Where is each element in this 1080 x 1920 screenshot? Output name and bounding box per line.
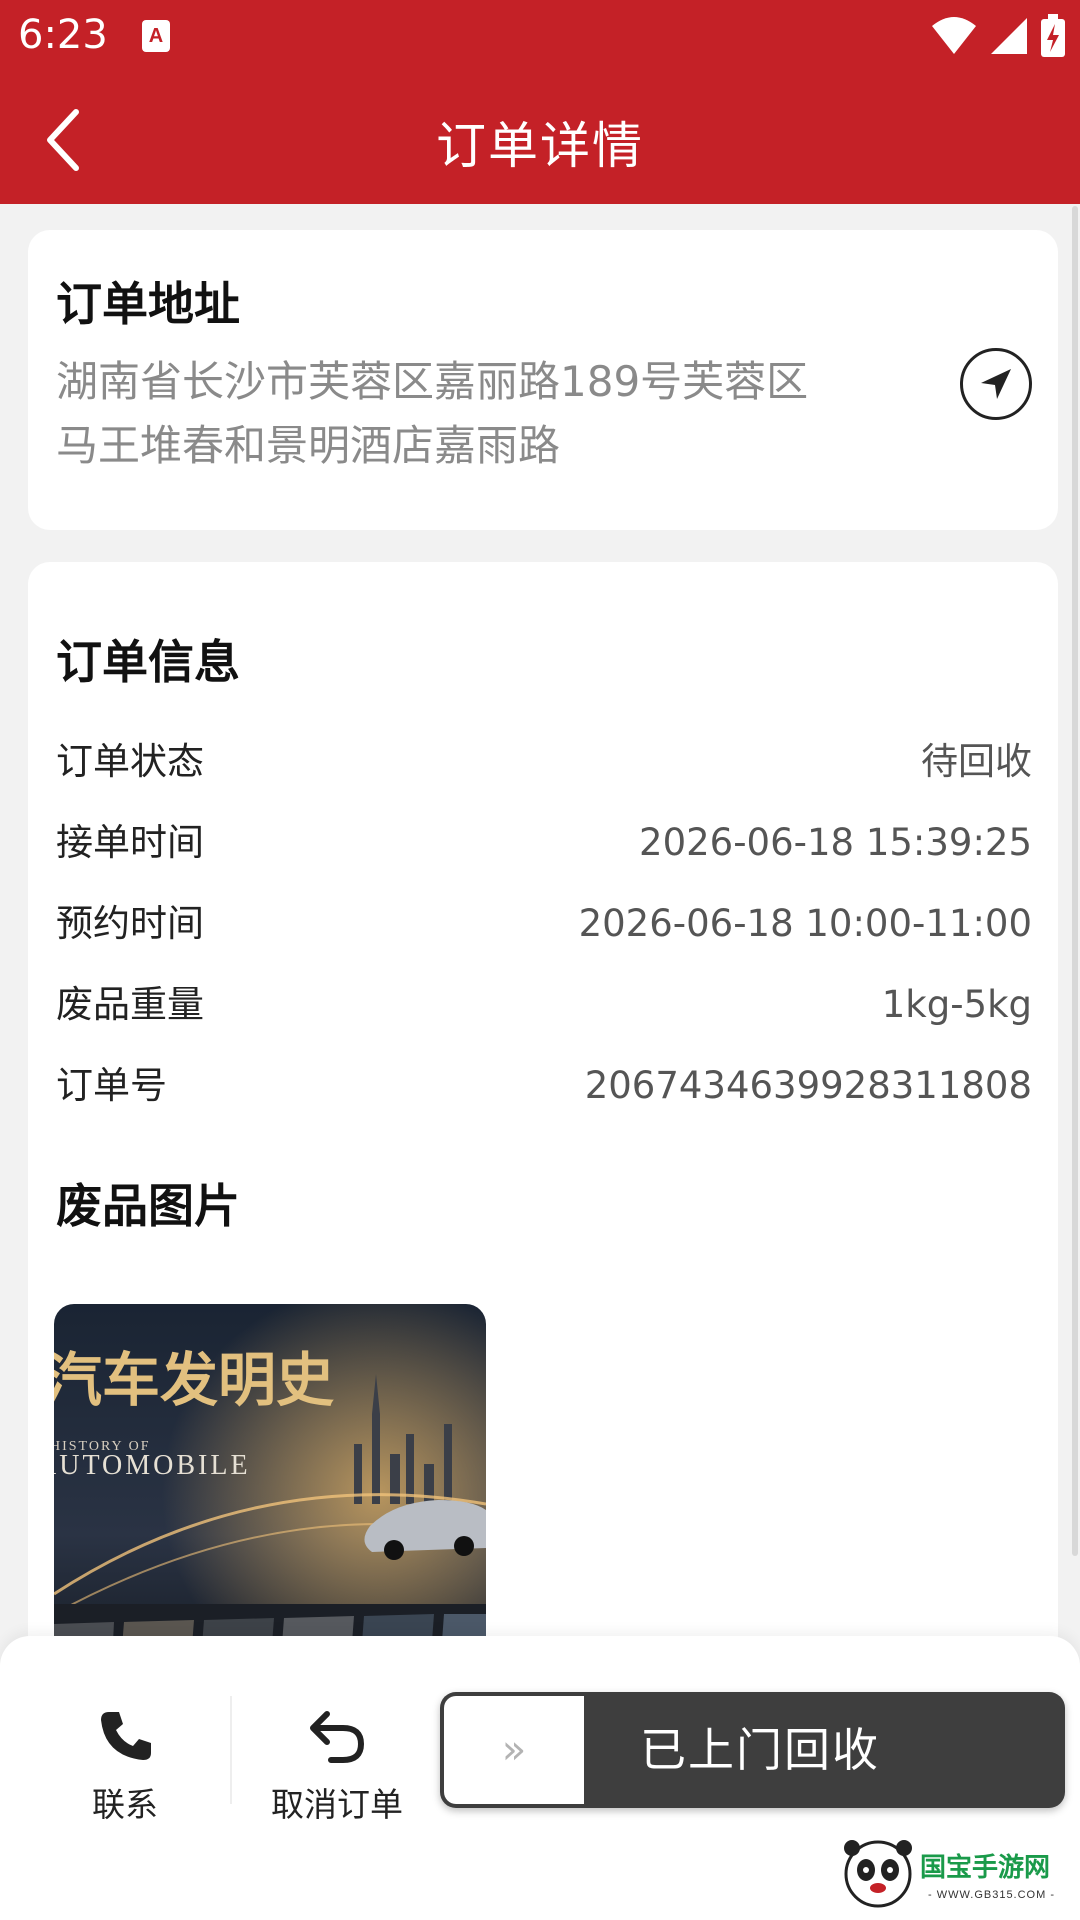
address-line-2: 马王堆春和景明酒店嘉雨路 <box>56 421 561 470</box>
undo-arrow-icon <box>310 1711 365 1763</box>
battery-charging-icon <box>1041 14 1065 57</box>
row-label: 接单时间 <box>56 821 204 864</box>
info-row-order-number: 订单号 2067434639928311808 <box>56 1058 1032 1114</box>
address-text: 湖南省长沙市芙蓉区嘉丽路189号芙蓉区 马王堆春和景明酒店嘉雨路 <box>56 350 896 478</box>
scrollbar[interactable] <box>1072 206 1078 1556</box>
cancel-order-button[interactable]: 取消订单 <box>252 1706 422 1826</box>
cell-signal-icon <box>990 18 1027 54</box>
order-info-card: 订单信息 订单状态 待回收 接单时间 2026-06-18 15:39:25 预… <box>28 562 1058 1762</box>
info-row-weight: 废品重量 1kg-5kg <box>56 977 1032 1033</box>
svg-text:国宝手游网: 国宝手游网 <box>920 1852 1050 1883</box>
contact-label: 联系 <box>92 1785 158 1824</box>
status-icons <box>924 14 1066 60</box>
status-bar: 6:23 A <box>0 0 1080 76</box>
slide-to-confirm[interactable]: » 已上门回收 <box>440 1692 1065 1808</box>
slide-label: 已上门回收 <box>640 1723 880 1777</box>
wifi-icon <box>931 17 976 54</box>
svg-text:- WWW.GB315.COM -: - WWW.GB315.COM - <box>928 1889 1055 1901</box>
row-value: 2067434639928311808 <box>584 1064 1032 1107</box>
image-title-en-2: AUTOMOBILE <box>54 1450 251 1481</box>
contact-button[interactable]: 联系 <box>60 1706 190 1826</box>
app-bar: 订单详情 <box>0 76 1080 204</box>
row-value: 1kg-5kg <box>881 983 1032 1026</box>
row-label: 订单状态 <box>56 740 204 783</box>
status-time: 6:23 <box>18 12 108 58</box>
divider <box>230 1696 232 1804</box>
info-row-accept-time: 接单时间 2026-06-18 15:39:25 <box>56 815 1032 871</box>
row-value: 2026-06-18 15:39:25 <box>639 821 1032 864</box>
notification-icon: A <box>142 20 170 52</box>
row-label: 订单号 <box>56 1064 167 1107</box>
address-line-1: 湖南省长沙市芙蓉区嘉丽路189号芙蓉区 <box>56 357 809 406</box>
slide-handle[interactable]: » <box>444 1696 584 1804</box>
page-title: 订单详情 <box>436 117 644 175</box>
address-title: 订单地址 <box>56 277 240 331</box>
cancel-order-label: 取消订单 <box>271 1785 403 1824</box>
row-value: 2026-06-18 10:00-11:00 <box>578 902 1032 945</box>
address-card: 订单地址 湖南省长沙市芙蓉区嘉丽路189号芙蓉区 马王堆春和景明酒店嘉雨路 <box>28 230 1058 530</box>
row-value: 待回收 <box>921 740 1032 783</box>
row-label: 预约时间 <box>56 902 204 945</box>
navigation-arrow-icon <box>981 369 1011 399</box>
phone-icon <box>101 1712 151 1760</box>
order-info-title: 订单信息 <box>56 635 240 689</box>
image-title-cn: 汽车发明史 <box>54 1346 334 1414</box>
row-label: 废品重量 <box>56 983 204 1026</box>
info-row-appointment-time: 预约时间 2026-06-18 10:00-11:00 <box>56 896 1032 952</box>
info-row-status: 订单状态 待回收 <box>56 734 1032 790</box>
navigate-button[interactable] <box>960 348 1032 420</box>
waste-images-title: 废品图片 <box>56 1179 240 1233</box>
watermark-logo: 国宝手游网 - WWW.GB315.COM - <box>830 1826 1080 1920</box>
